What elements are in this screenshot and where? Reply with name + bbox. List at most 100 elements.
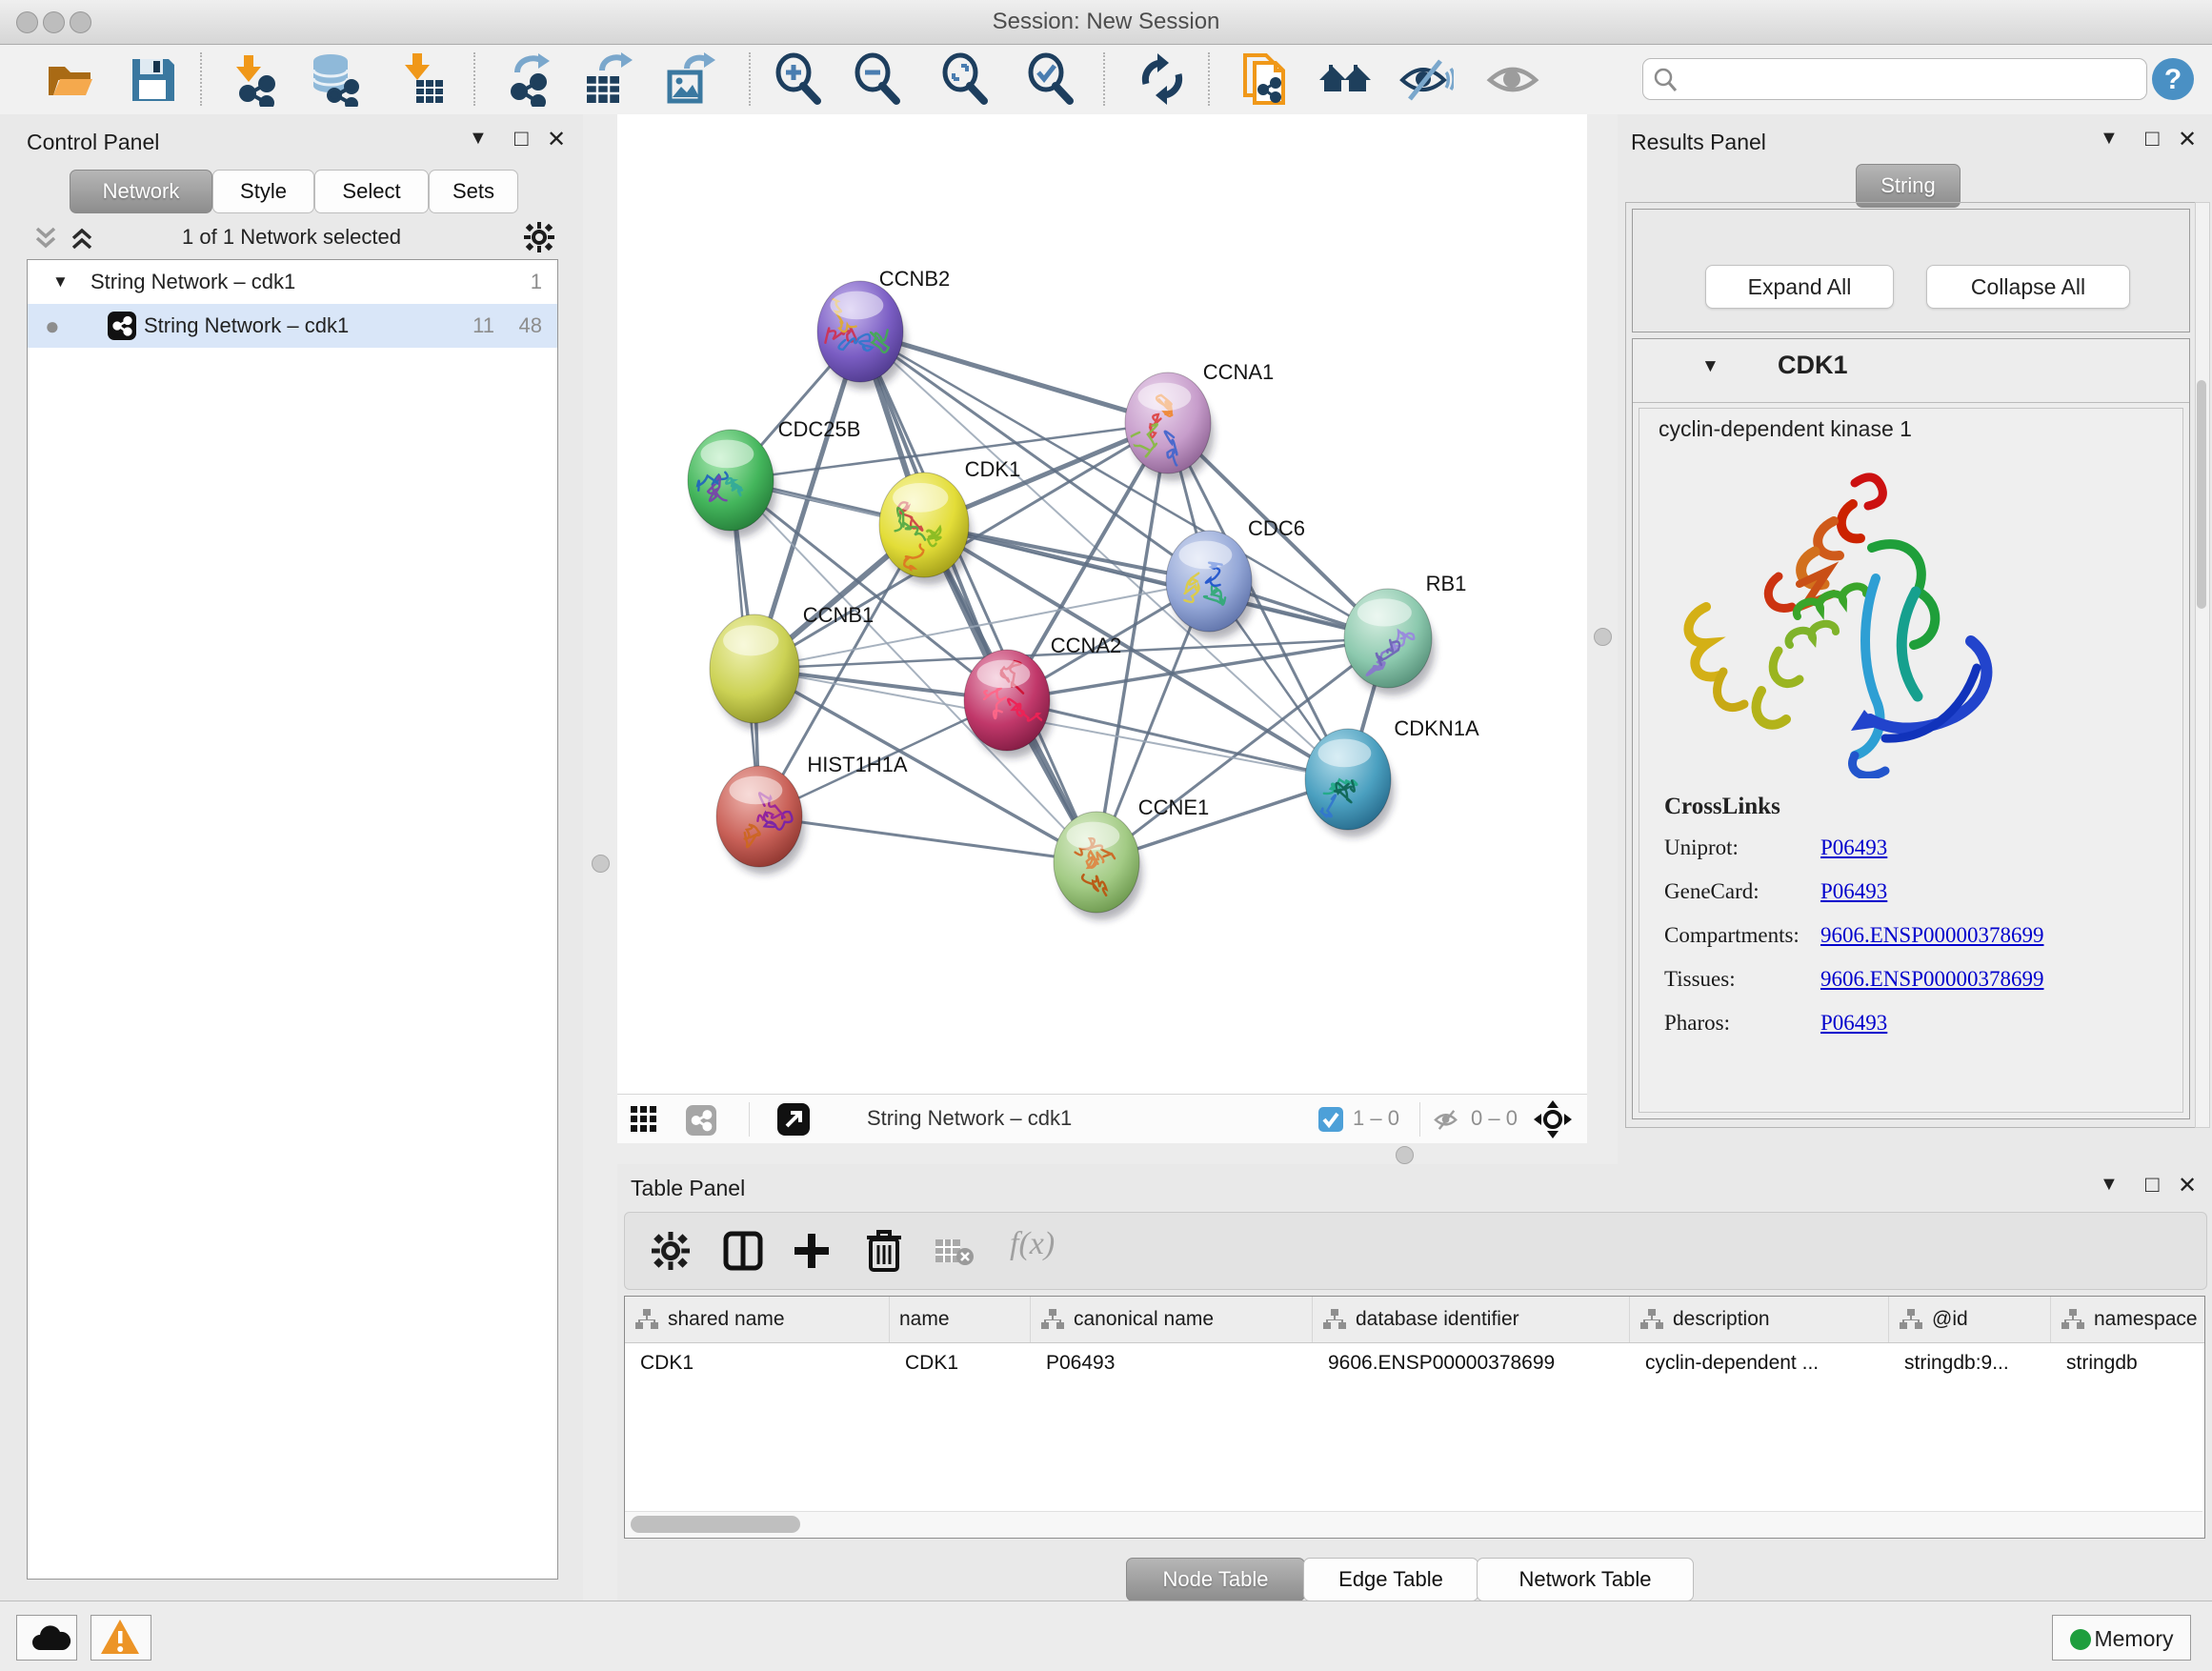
- network-node-ccne1[interactable]: [1054, 812, 1142, 920]
- zoom-fit-icon[interactable]: [936, 51, 992, 107]
- save-session-icon[interactable]: [125, 51, 180, 107]
- hidden-eye-slash-icon: [1433, 1106, 1461, 1133]
- tab-sets[interactable]: Sets: [429, 170, 518, 213]
- network-node-cdc25b[interactable]: [688, 430, 776, 538]
- export-network-icon[interactable]: [498, 51, 553, 107]
- panel-float-icon[interactable]: □: [514, 126, 529, 152]
- tree-expander-icon[interactable]: ▼: [52, 260, 69, 304]
- show-eye-icon[interactable]: [1486, 51, 1541, 107]
- collapse-all-button[interactable]: Collapse All: [1926, 265, 2130, 309]
- zoom-out-icon[interactable]: [849, 51, 904, 107]
- import-table-file-icon[interactable]: [392, 51, 447, 107]
- results-scrollbar-thumb[interactable]: [2197, 380, 2206, 609]
- table-horizontal-scrollbar[interactable]: [625, 1511, 2202, 1537]
- network-node-cdk1[interactable]: [879, 473, 972, 585]
- string-document-icon[interactable]: [1239, 51, 1295, 107]
- network-node-ccna1[interactable]: [1125, 372, 1214, 481]
- network-edge[interactable]: [860, 332, 1168, 423]
- panel-close-icon[interactable]: ✕: [2178, 1172, 2197, 1199]
- delete-column-icon[interactable]: [863, 1228, 905, 1272]
- network-node-ccnb1[interactable]: [710, 614, 802, 730]
- zoom-in-icon[interactable]: [770, 51, 825, 107]
- import-network-database-icon[interactable]: [306, 51, 361, 107]
- left-splitter-grip[interactable]: [592, 855, 610, 873]
- network-node-rb1[interactable]: [1344, 589, 1435, 695]
- home-icon[interactable]: [1317, 51, 1373, 107]
- cloud-button[interactable]: [16, 1615, 77, 1661]
- right-splitter-grip[interactable]: [1594, 628, 1612, 646]
- table-settings-gear-icon[interactable]: [652, 1232, 690, 1270]
- network-node-ccnb2[interactable]: [817, 281, 906, 390]
- function-builder-icon[interactable]: f(x): [1010, 1226, 1055, 1262]
- tab-style[interactable]: Style: [212, 170, 314, 213]
- table-hscrollbar-thumb[interactable]: [631, 1516, 800, 1533]
- help-icon[interactable]: ?: [2151, 57, 2195, 101]
- network-edge[interactable]: [860, 332, 1096, 862]
- column-header-database-identifier[interactable]: database identifier: [1313, 1297, 1630, 1342]
- crosslink-link[interactable]: P06493: [1820, 879, 1887, 904]
- export-image-icon[interactable]: [662, 51, 717, 107]
- network-node-cdc6[interactable]: [1166, 531, 1255, 639]
- hide-panel-eye-icon[interactable]: [1398, 51, 1454, 107]
- column-header-shared-name[interactable]: shared name: [625, 1297, 890, 1342]
- export-table-icon[interactable]: [579, 51, 634, 107]
- open-session-icon[interactable]: [42, 51, 97, 107]
- panel-menu-icon[interactable]: ▼: [2100, 1174, 2119, 1196]
- network-node-ccna2[interactable]: [964, 650, 1053, 758]
- panel-close-icon[interactable]: ✕: [2178, 126, 2197, 153]
- search-input[interactable]: [1685, 61, 2137, 95]
- column-header-namespace[interactable]: namespace: [2051, 1297, 2205, 1342]
- crosslink-link[interactable]: P06493: [1820, 1011, 1887, 1036]
- panel-menu-icon[interactable]: ▼: [469, 128, 488, 150]
- open-in-window-icon[interactable]: [777, 1103, 810, 1136]
- results-scrollbar[interactable]: [2195, 202, 2210, 1128]
- network-collection-row[interactable]: ▼ String Network – cdk1 1: [28, 260, 557, 304]
- panel-menu-icon[interactable]: ▼: [2100, 128, 2119, 150]
- create-column-icon[interactable]: [791, 1230, 833, 1272]
- tab-network[interactable]: Network: [70, 170, 212, 213]
- birdseye-grid-icon[interactable]: [631, 1106, 659, 1135]
- refresh-view-icon[interactable]: [1135, 51, 1190, 107]
- network-node-cdkn1a[interactable]: [1305, 729, 1394, 837]
- horizontal-splitter-grip[interactable]: [1396, 1146, 1414, 1164]
- search-field[interactable]: [1642, 58, 2147, 100]
- memory-button[interactable]: Memory: [2052, 1615, 2191, 1661]
- crosslink-row: Uniprot:P06493: [1639, 828, 2182, 872]
- warning-button[interactable]: [90, 1615, 151, 1661]
- column-header-canonical-name[interactable]: canonical name: [1031, 1297, 1313, 1342]
- delete-table-icon[interactable]: [935, 1238, 974, 1266]
- crosslink-link[interactable]: 9606.ENSP00000378699: [1820, 923, 2044, 948]
- column-header-name[interactable]: name: [890, 1297, 1031, 1342]
- tab-select[interactable]: Select: [314, 170, 429, 213]
- network-node-hist1h1a[interactable]: [716, 766, 805, 875]
- tab-edge-table[interactable]: Edge Table: [1303, 1558, 1478, 1601]
- network-row[interactable]: ● String Network – cdk1 11 48: [28, 304, 557, 348]
- panel-float-icon[interactable]: □: [2145, 126, 2160, 152]
- expand-all-button[interactable]: Expand All: [1705, 265, 1894, 309]
- column-header-description[interactable]: description: [1630, 1297, 1889, 1342]
- panel-close-icon[interactable]: ✕: [547, 126, 566, 153]
- selected-checkbox-icon[interactable]: [1318, 1107, 1343, 1132]
- show-columns-icon[interactable]: [722, 1230, 764, 1272]
- tab-network-table[interactable]: Network Table: [1477, 1558, 1694, 1601]
- column-header--id[interactable]: @id: [1889, 1297, 2051, 1342]
- pan-crosshair-icon[interactable]: [1534, 1100, 1572, 1138]
- network-share-icon[interactable]: [686, 1105, 716, 1136]
- network-edge[interactable]: [1007, 700, 1348, 779]
- network-view-canvas[interactable]: CCNB2CCNA1CDC25BCDK1CDC6RB1CCNB1CCNA2CDK…: [617, 114, 1587, 1094]
- import-network-file-icon[interactable]: [223, 51, 278, 107]
- cdk1-section-header[interactable]: ▼ CDK1: [1633, 339, 2189, 403]
- crosslink-link[interactable]: 9606.ENSP00000378699: [1820, 967, 2044, 992]
- crosslink-link[interactable]: P06493: [1820, 836, 1887, 860]
- toolbar-separator: [749, 52, 751, 106]
- network-label: String Network – cdk1: [144, 304, 349, 348]
- network-edge[interactable]: [759, 816, 1096, 862]
- results-panel-title: Results Panel: [1631, 130, 1766, 155]
- section-expander-icon[interactable]: ▼: [1701, 356, 1719, 377]
- panel-float-icon[interactable]: □: [2145, 1172, 2160, 1198]
- network-options-gear-icon[interactable]: [524, 222, 554, 252]
- table-row[interactable]: CDK1CDK1P064939606.ENSP00000378699cyclin…: [625, 1342, 2205, 1384]
- tab-node-table[interactable]: Node Table: [1126, 1558, 1305, 1601]
- zoom-selected-icon[interactable]: [1022, 51, 1077, 107]
- network-list-header: 1 of 1 Network selected: [0, 221, 583, 257]
